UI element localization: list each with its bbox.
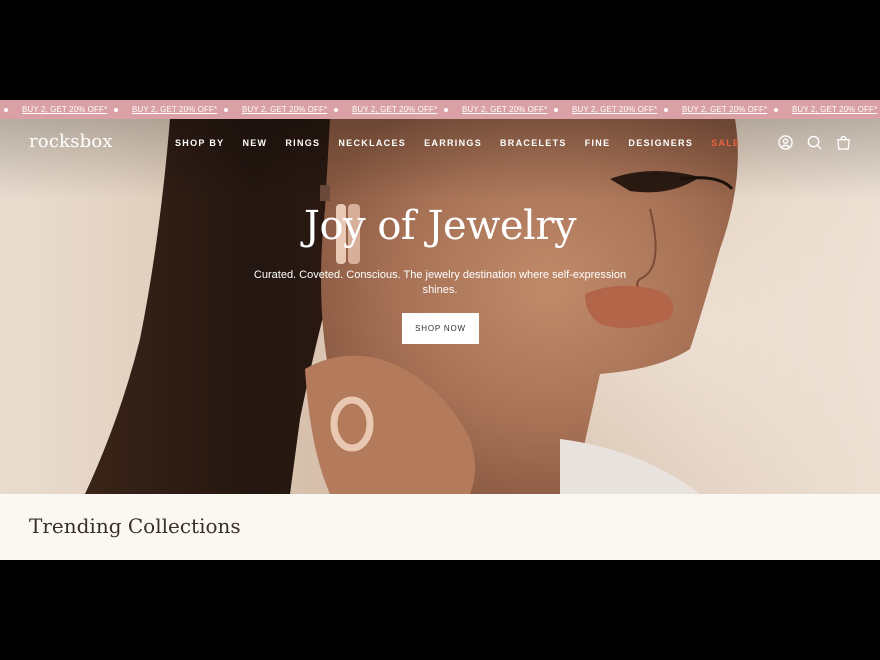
promo-link[interactable]: BUY 2, GET 20% OFF* — [462, 105, 547, 114]
hero-subtitle: Curated. Coveted. Conscious. The jewelry… — [253, 269, 627, 296]
promo-item[interactable]: BUY 2, GET 20% OFF* — [0, 105, 110, 114]
promo-link[interactable]: BUY 2, GET 20% OFF* — [682, 105, 767, 114]
promo-link[interactable]: BUY 2, GET 20% OFF* — [352, 105, 437, 114]
promo-link[interactable]: BUY 2, GET 20% OFF* — [792, 105, 877, 114]
site-header: rocksbox SHOP BY NEW RINGS NECKLACES EAR… — [0, 119, 880, 167]
promo-item[interactable]: BUY 2, GET 20% OFF* — [770, 105, 880, 114]
shop-now-button[interactable]: SHOP NOW — [402, 313, 479, 344]
promo-bullet — [664, 107, 668, 112]
promo-item[interactable]: BUY 2, GET 20% OFF* — [660, 105, 770, 114]
promo-bullet — [334, 107, 338, 112]
promo-bar: BUY 2, GET 20% OFF* BUY 2, GET 20% OFF* … — [0, 100, 880, 119]
nav-earrings[interactable]: EARRINGS — [424, 138, 482, 148]
nav-shop-by[interactable]: SHOP BY — [175, 138, 224, 148]
hero-banner — [0, 119, 880, 494]
promo-item[interactable]: BUY 2, GET 20% OFF* — [440, 105, 550, 114]
promo-bullet — [554, 107, 558, 112]
promo-bullet — [114, 107, 118, 112]
promo-item[interactable]: BUY 2, GET 20% OFF* — [550, 105, 660, 114]
promo-bullet — [444, 107, 448, 112]
nav-new[interactable]: NEW — [242, 138, 267, 148]
trending-section: Trending Collections — [0, 494, 880, 560]
account-icon[interactable] — [778, 135, 793, 150]
promo-link[interactable]: BUY 2, GET 20% OFF* — [572, 105, 657, 114]
promo-link[interactable]: BUY 2, GET 20% OFF* — [132, 105, 217, 114]
search-icon[interactable] — [807, 135, 822, 150]
nav-rings[interactable]: RINGS — [285, 138, 320, 148]
nav-sale[interactable]: SALE — [711, 138, 740, 148]
promo-link[interactable]: BUY 2, GET 20% OFF* — [22, 105, 107, 114]
nav-necklaces[interactable]: NECKLACES — [338, 138, 406, 148]
logo[interactable]: rocksbox — [29, 131, 113, 152]
trending-title: Trending Collections — [29, 514, 241, 538]
promo-item[interactable]: BUY 2, GET 20% OFF* — [220, 105, 330, 114]
nav-designers[interactable]: DESIGNERS — [628, 138, 693, 148]
promo-bullet — [774, 107, 778, 112]
main-nav: SHOP BY NEW RINGS NECKLACES EARRINGS BRA… — [175, 138, 758, 148]
promo-bullet — [4, 107, 8, 112]
header-icons — [778, 135, 851, 150]
hero-title: Joy of Jewelry — [303, 203, 577, 249]
promo-bullet — [224, 107, 228, 112]
nav-fine[interactable]: FINE — [585, 138, 611, 148]
promo-item[interactable]: BUY 2, GET 20% OFF* — [330, 105, 440, 114]
nav-bracelets[interactable]: BRACELETS — [500, 138, 567, 148]
promo-link[interactable]: BUY 2, GET 20% OFF* — [242, 105, 327, 114]
cart-icon[interactable] — [836, 135, 851, 150]
promo-item[interactable]: BUY 2, GET 20% OFF* — [110, 105, 220, 114]
